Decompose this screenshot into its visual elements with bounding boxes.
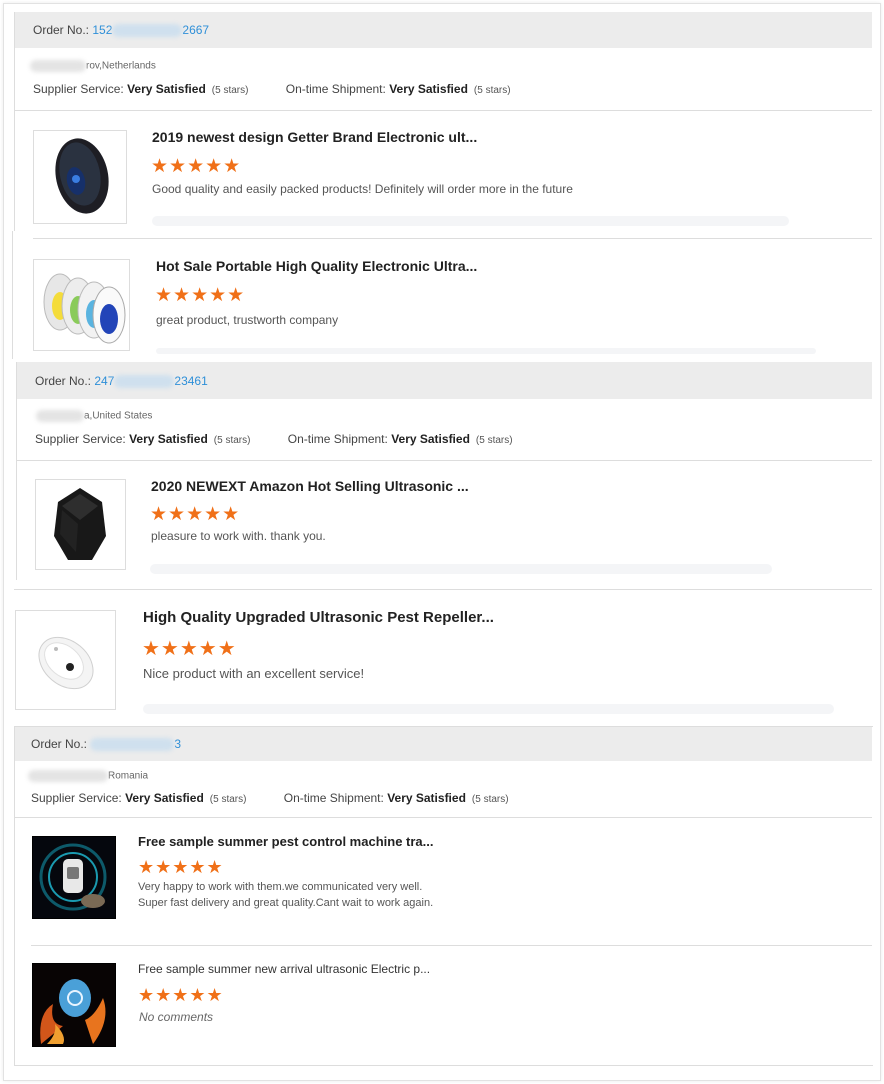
product-thumbnail[interactable]	[15, 610, 116, 710]
service-ratings: Supplier Service: Very Satisfied (5 stars…	[31, 791, 509, 805]
order-header: Order No.: 247 23461	[17, 362, 872, 399]
pest-control-machine-icon	[33, 837, 115, 918]
redacted-order-digits	[112, 24, 183, 38]
order-number-prefix[interactable]: 152	[92, 23, 112, 37]
divider	[31, 945, 872, 946]
repeller-device-icon	[55, 138, 109, 214]
order-number-label: Order No.:	[35, 374, 92, 388]
redacted-buyer-name	[30, 60, 86, 72]
plug-in-repellers-icon	[43, 273, 126, 344]
product-title[interactable]: Free sample summer new arrival ultrasoni…	[138, 962, 430, 976]
order-number-prefix[interactable]: 247	[94, 374, 114, 388]
review-comment-line2: Super fast delivery and great quality.Ca…	[138, 897, 434, 909]
shipment-value: Very Satisfied	[387, 791, 466, 805]
divider	[17, 460, 872, 461]
review-comment: Nice product with an excellent service!	[143, 666, 365, 681]
product-thumbnail[interactable]	[33, 130, 127, 224]
product-title[interactable]: 2020 NEWEXT Amazon Hot Selling Ultrasoni…	[151, 478, 469, 494]
reply-placeholder	[152, 216, 789, 226]
review-comment: great product, trustworth company	[156, 313, 339, 327]
round-repeller-icon	[38, 636, 94, 690]
order-number-label: Order No.:	[33, 23, 90, 37]
rating-stars: ★★★★★	[138, 985, 224, 1005]
electric-repeller-fire-icon	[33, 964, 115, 1046]
review-comment: Very happy to work with them.we communic…	[138, 881, 423, 893]
order-number-suffix[interactable]: 2667	[182, 23, 209, 37]
service-ratings: Supplier Service: Very Satisfied (5 stars…	[33, 82, 511, 96]
order-header: Order No.: 152 2667	[15, 12, 872, 48]
divider	[15, 817, 872, 818]
redacted-buyer-name	[36, 410, 84, 422]
buyer-location: a,United States	[36, 410, 152, 422]
order-number-suffix[interactable]: 23461	[174, 374, 207, 388]
order-number-suffix[interactable]: 3	[174, 737, 181, 751]
reply-placeholder	[150, 564, 772, 574]
reply-placeholder	[156, 348, 816, 354]
redacted-buyer-name	[28, 770, 108, 782]
buyer-location: Romania	[28, 770, 148, 782]
divider	[14, 589, 872, 590]
product-title[interactable]: Hot Sale Portable High Quality Electroni…	[156, 258, 477, 274]
product-row	[12, 231, 873, 359]
review-comment: No comments	[139, 1010, 214, 1024]
product-title[interactable]: 2019 newest design Getter Brand Electron…	[152, 129, 477, 145]
redacted-order-digits	[114, 375, 175, 389]
order-header: Order No.: 3	[15, 727, 872, 761]
review-comment: Good quality and easily packed products!…	[152, 182, 573, 196]
rating-stars: ★★★★★	[150, 504, 241, 525]
product-thumbnail[interactable]	[33, 259, 130, 351]
review-comment: pleasure to work with. thank you.	[151, 529, 326, 543]
product-thumbnail[interactable]	[32, 836, 116, 919]
product-thumbnail[interactable]	[32, 963, 116, 1047]
rating-stars: ★★★★★	[155, 285, 246, 306]
service-ratings: Supplier Service: Very Satisfied (5 stars…	[35, 432, 513, 446]
product-thumbnail[interactable]	[35, 479, 126, 570]
shipment-value: Very Satisfied	[389, 82, 468, 96]
order-number-label: Order No.:	[31, 737, 88, 751]
rating-stars: ★★★★★	[151, 156, 242, 177]
shipment-value: Very Satisfied	[391, 432, 470, 446]
buyer-location: rov,Netherlands	[30, 60, 156, 72]
reply-placeholder	[143, 704, 834, 714]
rating-stars: ★★★★★	[142, 638, 237, 660]
rating-stars: ★★★★★	[138, 857, 224, 877]
supplier-service-value: Very Satisfied	[127, 82, 206, 96]
product-title[interactable]: Free sample summer pest control machine …	[138, 834, 434, 849]
divider	[15, 110, 872, 111]
hexagon-repeller-icon	[54, 488, 106, 560]
product-title[interactable]: High Quality Upgraded Ultrasonic Pest Re…	[143, 609, 494, 626]
supplier-service-value: Very Satisfied	[125, 791, 204, 805]
supplier-service-value: Very Satisfied	[129, 432, 208, 446]
redacted-order-digits	[90, 738, 175, 752]
divider	[33, 238, 872, 239]
